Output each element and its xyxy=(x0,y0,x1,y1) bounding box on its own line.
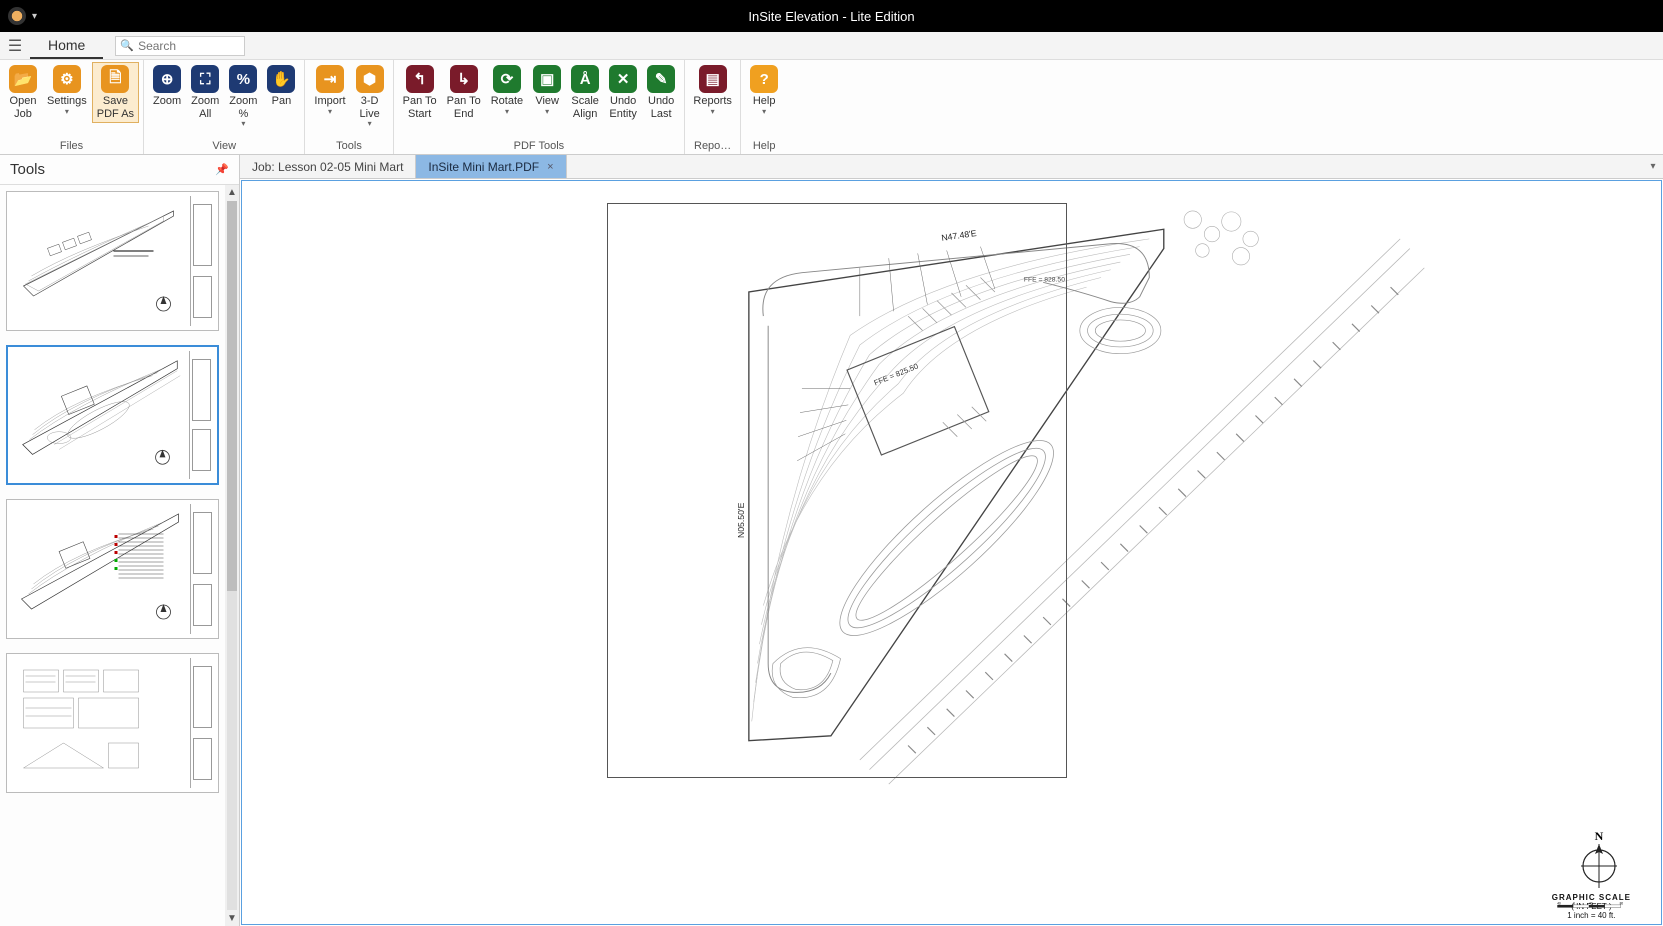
ribbon-group-tools: ⇥ Import ▾ ⬢ 3-D Live ▾ Tools xyxy=(305,60,393,154)
thumbnail-page-3[interactable] xyxy=(6,499,219,639)
app-menu-icon[interactable]: ☰ xyxy=(0,36,30,56)
svg-text:FFE = 828.50: FFE = 828.50 xyxy=(1024,276,1065,283)
svg-text:N: N xyxy=(1595,830,1604,843)
search-input[interactable] xyxy=(138,39,228,53)
menu-row: ☰ Home 🔍 xyxy=(0,32,1663,60)
thumbnail-page-4[interactable] xyxy=(6,653,219,793)
chevron-down-icon: ▾ xyxy=(545,108,549,116)
pin-icon[interactable]: 📌 xyxy=(215,163,229,176)
report-icon: ▤ xyxy=(699,65,727,93)
save-pdf-as-button[interactable]: 🗎 Save PDF As xyxy=(92,62,139,123)
chevron-down-icon: ▾ xyxy=(328,108,332,116)
app-title: InSite Elevation - Lite Edition xyxy=(748,9,914,24)
3d-live-button[interactable]: ⬢ 3-D Live ▾ xyxy=(351,62,389,131)
settings-button[interactable]: ⚙ Settings ▾ xyxy=(42,62,92,119)
chevron-down-icon: ▾ xyxy=(711,108,715,116)
ribbon-group-help: ? Help ▾ Help xyxy=(741,60,787,154)
thumbnail-scrollbar[interactable]: ▲ ▼ xyxy=(225,185,239,926)
thumbnail-page-2[interactable] xyxy=(6,345,219,485)
tab-home[interactable]: Home xyxy=(30,32,103,59)
scroll-thumb[interactable] xyxy=(227,201,237,591)
chevron-down-icon: ▾ xyxy=(762,108,766,116)
quick-access-dropdown[interactable]: ▾ xyxy=(32,11,37,22)
compass-icon: Å xyxy=(571,65,599,93)
zoom-button[interactable]: ⊕ Zoom xyxy=(148,62,186,111)
import-button[interactable]: ⇥ Import ▾ xyxy=(309,62,350,119)
import-icon: ⇥ xyxy=(316,65,344,93)
scroll-track[interactable] xyxy=(227,201,237,910)
graphic-scale: GRAPHIC SCALE 400 4080 ( IN FEET ) 1 inc… xyxy=(1552,893,1631,920)
chevron-down-icon: ▾ xyxy=(368,120,372,128)
chevron-down-icon: ▾ xyxy=(241,120,245,128)
undo-entity-icon: ✕ xyxy=(609,65,637,93)
help-icon: ? xyxy=(750,65,778,93)
tools-panel-title: Tools xyxy=(10,161,45,178)
thumbnail-page-1[interactable] xyxy=(6,191,219,331)
ribbon-search[interactable]: 🔍 xyxy=(115,36,245,56)
tab-label: Job: Lesson 02-05 Mini Mart xyxy=(252,160,403,174)
undo-last-button[interactable]: ✎ Undo Last xyxy=(642,62,680,123)
tools-panel: Tools 📌 xyxy=(0,155,240,926)
zoom-in-icon: ⊕ xyxy=(153,65,181,93)
tab-label: InSite Mini Mart.PDF xyxy=(428,160,539,174)
svg-text:80: 80 xyxy=(1619,901,1623,905)
search-icon: 🔍 xyxy=(116,39,138,52)
app-logo-icon xyxy=(8,7,26,25)
site-plan-drawing: N47.48'E N05.50'E FFE = 825.50 FFE = 828… xyxy=(242,181,1661,924)
ribbon-group-reports: ▤ Reports ▾ Repo… xyxy=(685,60,741,154)
cube-3d-icon: ⬢ xyxy=(356,65,384,93)
zoom-all-button[interactable]: ⛶ Zoom All xyxy=(186,62,224,123)
hand-pan-icon: ✋ xyxy=(267,65,295,93)
chevron-down-icon: ▾ xyxy=(65,108,69,116)
document-area: Job: Lesson 02-05 Mini Mart InSite Mini … xyxy=(240,155,1663,926)
chevron-down-icon: ▾ xyxy=(505,108,509,116)
tab-job[interactable]: Job: Lesson 02-05 Mini Mart xyxy=(240,155,416,178)
scroll-down-icon[interactable]: ▼ xyxy=(227,911,237,926)
tools-panel-header: Tools 📌 xyxy=(0,155,239,185)
open-job-button[interactable]: 📂 Open Job xyxy=(4,62,42,123)
zoom-percent-icon: % xyxy=(229,65,257,93)
pan-button[interactable]: ✋ Pan xyxy=(262,62,300,111)
pan-to-start-button[interactable]: ↰ Pan To Start xyxy=(398,62,442,123)
tab-pdf[interactable]: InSite Mini Mart.PDF × xyxy=(416,155,566,178)
close-icon[interactable]: × xyxy=(547,161,553,173)
view-pdf-button[interactable]: ▣ View ▾ xyxy=(528,62,566,119)
pan-to-end-button[interactable]: ↳ Pan To End xyxy=(442,62,486,123)
pan-end-icon: ↳ xyxy=(450,65,478,93)
svg-text:N47.48'E: N47.48'E xyxy=(941,228,978,243)
ribbon-group-pdf-tools: ↰ Pan To Start ↳ Pan To End ⟳ Rotate ▾ ▣… xyxy=(394,60,686,154)
scroll-up-icon[interactable]: ▲ xyxy=(227,185,237,200)
reports-button[interactable]: ▤ Reports ▾ xyxy=(689,62,736,119)
main-area: Tools 📌 xyxy=(0,155,1663,926)
svg-text:40: 40 xyxy=(1589,901,1593,905)
folder-open-icon: 📂 xyxy=(9,65,37,93)
tab-overflow-menu[interactable]: ▾ xyxy=(1643,155,1663,178)
title-bar: ▾ InSite Elevation - Lite Edition xyxy=(0,0,1663,32)
view-icon: ▣ xyxy=(533,65,561,93)
rotate-icon: ⟳ xyxy=(493,65,521,93)
undo-last-icon: ✎ xyxy=(647,65,675,93)
svg-text:FFE = 825.50: FFE = 825.50 xyxy=(873,362,920,388)
north-arrow: N xyxy=(1575,830,1623,892)
ribbon-group-view: ⊕ Zoom ⛶ Zoom All % Zoom % ▾ ✋ Pan View xyxy=(144,60,305,154)
thumbnail-list xyxy=(0,185,225,926)
pan-start-icon: ↰ xyxy=(406,65,434,93)
ribbon-group-files: 📂 Open Job ⚙ Settings ▾ 🗎 Save PDF As Fi… xyxy=(0,60,144,154)
zoom-extents-icon: ⛶ xyxy=(191,65,219,93)
document-tabstrip: Job: Lesson 02-05 Mini Mart InSite Mini … xyxy=(240,155,1663,179)
svg-text:40: 40 xyxy=(1557,901,1561,905)
ribbon: 📂 Open Job ⚙ Settings ▾ 🗎 Save PDF As Fi… xyxy=(0,60,1663,155)
svg-text:0: 0 xyxy=(1573,901,1575,905)
rotate-button[interactable]: ⟳ Rotate ▾ xyxy=(486,62,528,119)
help-button[interactable]: ? Help ▾ xyxy=(745,62,783,119)
save-pdf-icon: 🗎 xyxy=(101,65,129,93)
scale-align-button[interactable]: Å Scale Align xyxy=(566,62,604,123)
gear-icon: ⚙ xyxy=(53,65,81,93)
pdf-viewport[interactable]: N47.48'E N05.50'E FFE = 825.50 FFE = 828… xyxy=(241,180,1662,925)
zoom-percent-button[interactable]: % Zoom % ▾ xyxy=(224,62,262,131)
undo-entity-button[interactable]: ✕ Undo Entity xyxy=(604,62,642,123)
svg-text:N05.50'E: N05.50'E xyxy=(736,502,746,538)
